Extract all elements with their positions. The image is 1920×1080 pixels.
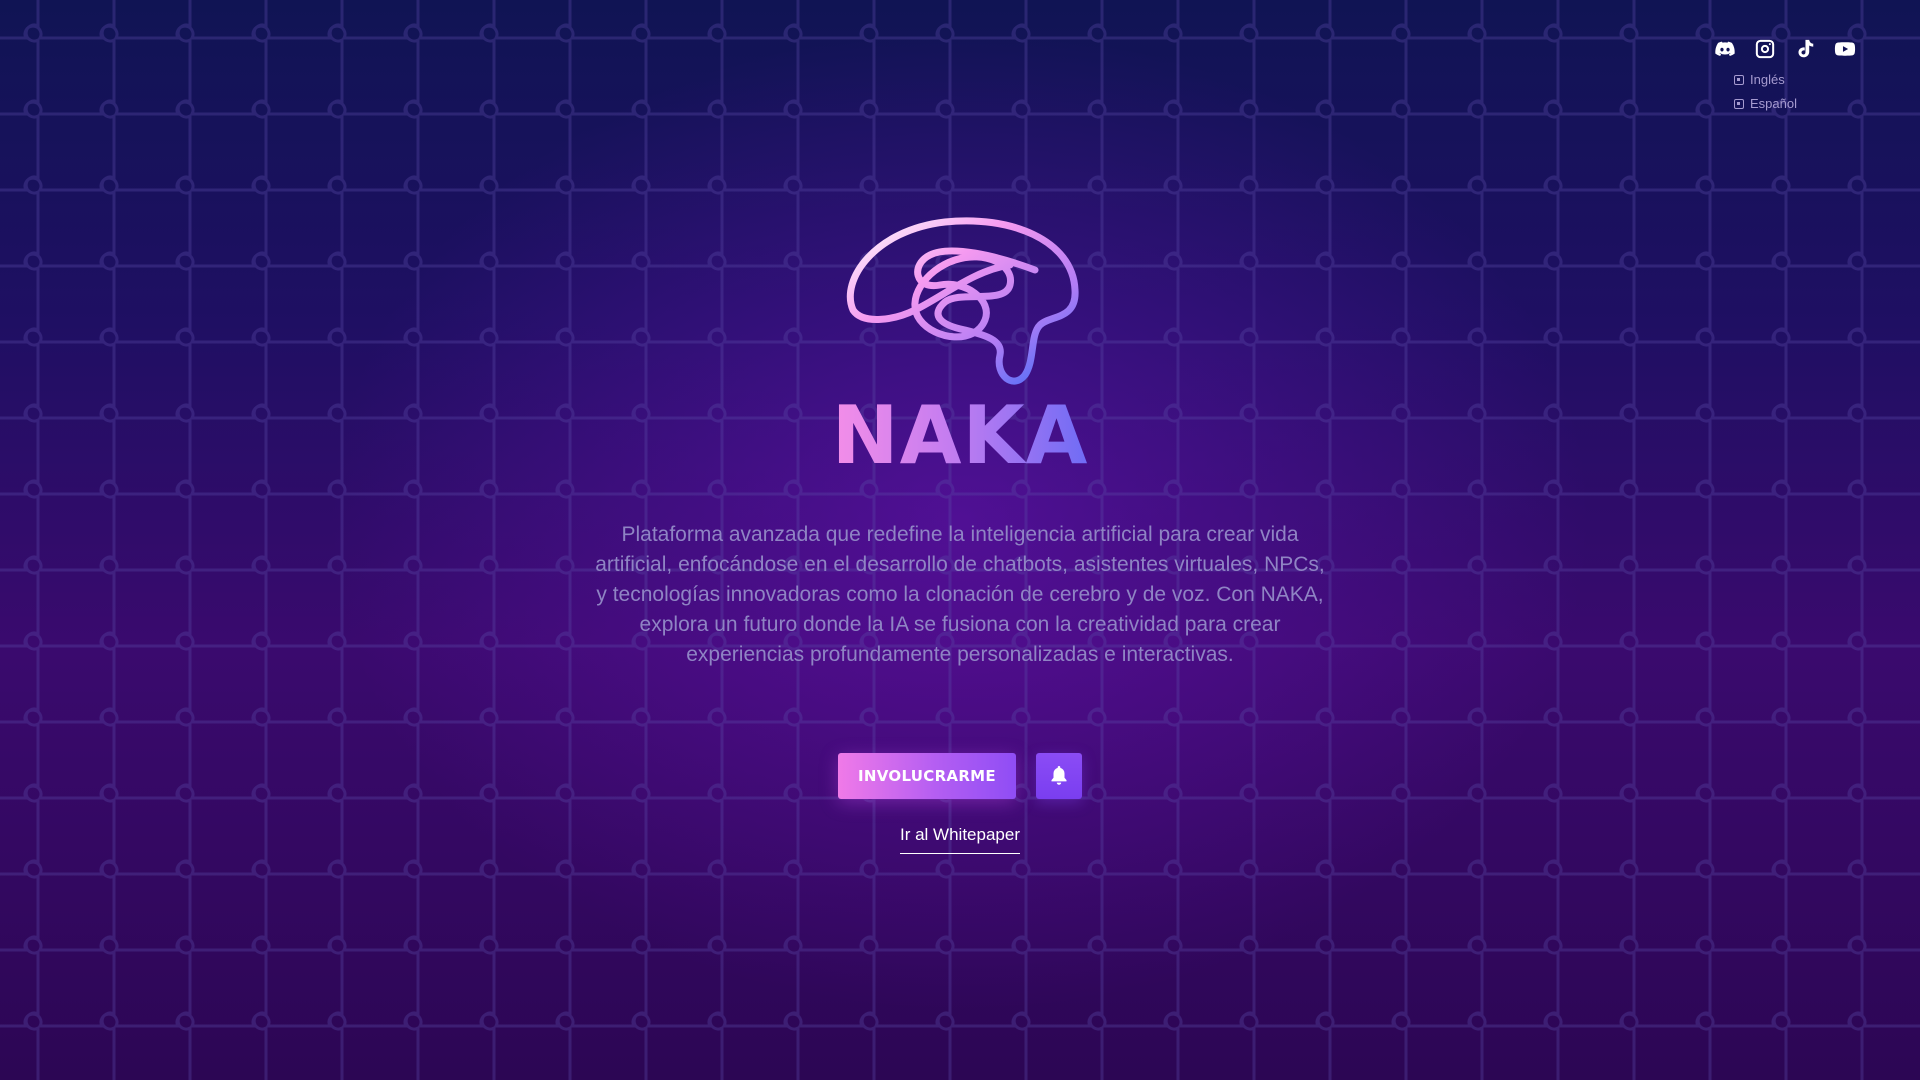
brain-icon bbox=[846, 217, 1079, 385]
get-involved-button[interactable]: INVOLUCRARME bbox=[838, 753, 1016, 799]
language-option-spanish[interactable]: Español bbox=[1734, 96, 1856, 111]
youtube-icon bbox=[1834, 42, 1856, 56]
language-selector: Inglés Español bbox=[1734, 72, 1856, 111]
tiktok-link[interactable] bbox=[1794, 38, 1816, 60]
youtube-link[interactable] bbox=[1834, 38, 1856, 60]
language-label-spanish: Español bbox=[1750, 96, 1797, 111]
top-right-menu: Inglés Español bbox=[1686, 38, 1856, 111]
discord-icon bbox=[1715, 41, 1735, 56]
tiktok-icon bbox=[1798, 39, 1814, 58]
instagram-icon bbox=[1755, 39, 1775, 59]
discord-link[interactable] bbox=[1714, 38, 1736, 60]
language-label-english: Inglés bbox=[1750, 72, 1785, 87]
landing-page: Inglés Español NAKA Plataforma avanzada … bbox=[0, 0, 1920, 1080]
hero-description: Plataforma avanzada que redefine la inte… bbox=[595, 523, 1325, 666]
social-links bbox=[1686, 38, 1856, 60]
brand-title: NAKA bbox=[831, 389, 1089, 482]
language-flag-icon bbox=[1734, 98, 1744, 109]
whitepaper-link[interactable]: Ir al Whitepaper bbox=[900, 825, 1020, 854]
hero-section: NAKA Plataforma avanzada que redefine la… bbox=[0, 210, 1920, 854]
notify-button[interactable] bbox=[1036, 753, 1082, 799]
instagram-link[interactable] bbox=[1754, 38, 1776, 60]
hero-actions: INVOLUCRARME bbox=[838, 753, 1082, 799]
language-option-english[interactable]: Inglés bbox=[1734, 72, 1856, 87]
bell-icon bbox=[1051, 766, 1067, 785]
language-flag-icon bbox=[1734, 74, 1744, 85]
